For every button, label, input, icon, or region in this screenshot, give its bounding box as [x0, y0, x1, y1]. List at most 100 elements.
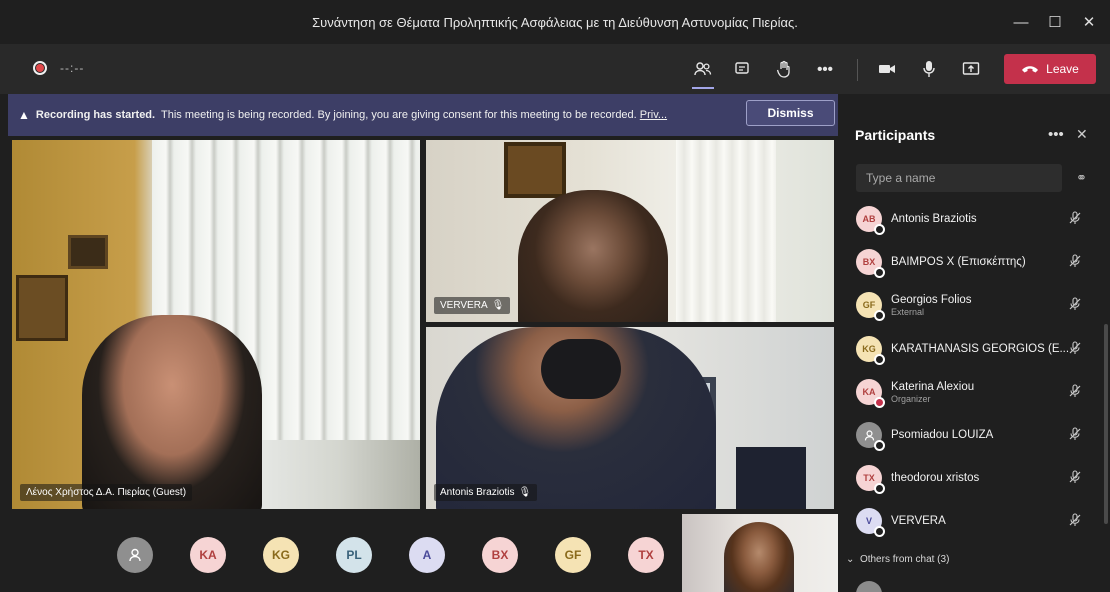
avatar: GF: [856, 292, 885, 321]
more-icon[interactable]: •••: [812, 56, 838, 82]
wall-picture: [68, 235, 108, 269]
participant-avatar[interactable]: BX: [482, 537, 518, 573]
presence-status-icon: [874, 267, 885, 278]
self-video-person: [724, 522, 794, 592]
curtain: [676, 140, 776, 322]
avatar: [856, 581, 882, 592]
leave-button[interactable]: Leave: [1004, 54, 1096, 84]
video-tile[interactable]: Antonis Braziotis 🎙︎: [426, 327, 834, 509]
participant-row[interactable]: BX BAIMPOS X (Επισκέπτης): [856, 245, 1086, 279]
panel-scrollbar[interactable]: [1104, 324, 1108, 524]
others-from-chat-section[interactable]: ⌄ Others from chat (3): [846, 554, 949, 565]
dismiss-button[interactable]: Dismiss: [746, 100, 835, 126]
participant-avatar[interactable]: TX: [628, 537, 664, 573]
participant-text: KARATHANASIS GEORGIOS (E...: [891, 343, 1069, 355]
wall-picture: [16, 275, 68, 341]
video-tile[interactable]: VERVERA 🎙︎: [426, 140, 834, 322]
participant-name: Georgios Folios: [891, 293, 972, 306]
window-controls: — ☐ ✕: [1006, 0, 1104, 44]
maximize-icon[interactable]: ☐: [1040, 7, 1070, 37]
participant-row[interactable]: GF Georgios Folios External: [856, 288, 1086, 322]
participant-search-input[interactable]: Type a name: [856, 164, 1062, 192]
mic-muted-icon[interactable]: [1068, 297, 1082, 314]
share-link-icon[interactable]: ⚭: [1076, 170, 1087, 186]
bottom-participant-avatars: KA KG PL A BX GF TX: [0, 512, 680, 592]
chat-icon[interactable]: [729, 56, 755, 82]
avatar-initials: TX: [863, 473, 875, 483]
participant-name: KARATHANASIS GEORGIOS (E...: [891, 343, 1070, 355]
panel-more-icon[interactable]: •••: [1048, 126, 1064, 143]
panel-close-icon[interactable]: ✕: [1076, 126, 1088, 143]
camera-icon[interactable]: [874, 56, 900, 82]
participant-row[interactable]: KA Katerina Alexiou Organizer: [856, 375, 1086, 409]
mic-muted-icon[interactable]: [1068, 341, 1082, 358]
recording-banner-message: This meeting is being recorded. By joini…: [161, 109, 637, 121]
presence-status-icon: [874, 397, 885, 408]
participant-avatar[interactable]: PL: [336, 537, 372, 573]
participant-avatar[interactable]: KG: [263, 537, 299, 573]
participant-name: Psomiadou LOUIZA: [891, 429, 994, 441]
participants-icon[interactable]: [690, 56, 716, 89]
chair: [736, 447, 806, 509]
avatar: [856, 422, 885, 451]
mic-muted-icon[interactable]: [1068, 211, 1082, 228]
participant-row[interactable]: Psomiadou LOUIZA: [856, 418, 1086, 452]
avatar: KA: [856, 379, 885, 408]
avatar: BX: [856, 249, 885, 278]
avatar-initials: BX: [862, 257, 876, 267]
participant-avatar[interactable]: GF: [555, 537, 591, 573]
participant-row[interactable]: V VERVERA: [856, 504, 1086, 538]
mic-muted-icon[interactable]: [1068, 254, 1082, 271]
mic-muted-icon[interactable]: [1068, 384, 1082, 401]
window-title: Συνάντηση σε Θέματα Προληπτικής Ασφάλεια…: [312, 14, 798, 30]
avatar: KG: [856, 336, 885, 365]
mic-muted-icon: 🎙︎: [491, 300, 505, 311]
video-name-label: Antonis Braziotis 🎙︎: [434, 484, 538, 501]
self-video-preview[interactable]: [682, 514, 838, 592]
mic-muted-icon: 🎙︎: [518, 487, 532, 498]
video-participant-name: VERVERA: [440, 300, 488, 311]
participant-name: Katerina Alexiou: [891, 380, 975, 393]
recording-banner: ▲ Recording has started. This meeting is…: [8, 94, 838, 136]
participant-text: Georgios Folios External: [891, 294, 972, 317]
avatar: V: [856, 508, 885, 537]
avatar-initials: V: [865, 516, 872, 526]
title-bar: Συνάντηση σε Θέματα Προληπτικής Ασφάλεια…: [0, 0, 1110, 44]
avatar: AB: [856, 206, 885, 235]
toolbar-divider: [857, 59, 858, 81]
participant-avatar[interactable]: [117, 537, 153, 573]
video-name-label: VERVERA 🎙︎: [434, 297, 511, 314]
leave-label: Leave: [1046, 62, 1079, 76]
video-participant-name: Antonis Braziotis: [440, 487, 515, 498]
presence-status-icon: [874, 483, 885, 494]
recording-indicator-icon: [33, 61, 47, 75]
video-tile[interactable]: Λένος Χρήστος Δ.Α. Πιερίας (Guest): [12, 140, 420, 509]
mic-muted-icon[interactable]: [1068, 513, 1082, 530]
face-mask: [541, 339, 621, 399]
avatar-initials: KA: [862, 387, 876, 397]
participant-avatar[interactable]: A: [409, 537, 445, 573]
close-icon[interactable]: ✕: [1074, 7, 1104, 37]
participant-row[interactable]: KG KARATHANASIS GEORGIOS (E...: [856, 332, 1086, 366]
raise-hand-icon[interactable]: [771, 56, 797, 82]
meeting-toolbar: --:-- ••• Leave: [0, 44, 1110, 94]
privacy-link[interactable]: Priv...: [640, 109, 667, 121]
share-screen-icon[interactable]: [958, 56, 984, 82]
wall-icon-picture: [504, 142, 566, 198]
mic-muted-icon[interactable]: [1068, 427, 1082, 444]
presence-status-icon: [874, 440, 885, 451]
presence-status-icon: [874, 224, 885, 235]
video-participant-name: Λένος Χρήστος Δ.Α. Πιερίας (Guest): [26, 487, 187, 498]
participant-text: theodorou xristos: [891, 472, 979, 484]
participant-avatar[interactable]: KA: [190, 537, 226, 573]
participant-text: Psomiadou LOUIZA: [891, 429, 993, 441]
participant-text: BAIMPOS X (Επισκέπτης): [891, 256, 1026, 268]
minimize-icon[interactable]: —: [1006, 7, 1036, 37]
participant-row[interactable]: AB Antonis Braziotis: [856, 202, 1086, 236]
warning-icon: ▲: [18, 108, 30, 122]
participant-text: Katerina Alexiou Organizer: [891, 381, 974, 404]
microphone-icon[interactable]: [916, 56, 942, 82]
participant-role: Organizer: [891, 393, 931, 404]
participant-row[interactable]: TX theodorou xristos: [856, 461, 1086, 495]
mic-muted-icon[interactable]: [1068, 470, 1082, 487]
